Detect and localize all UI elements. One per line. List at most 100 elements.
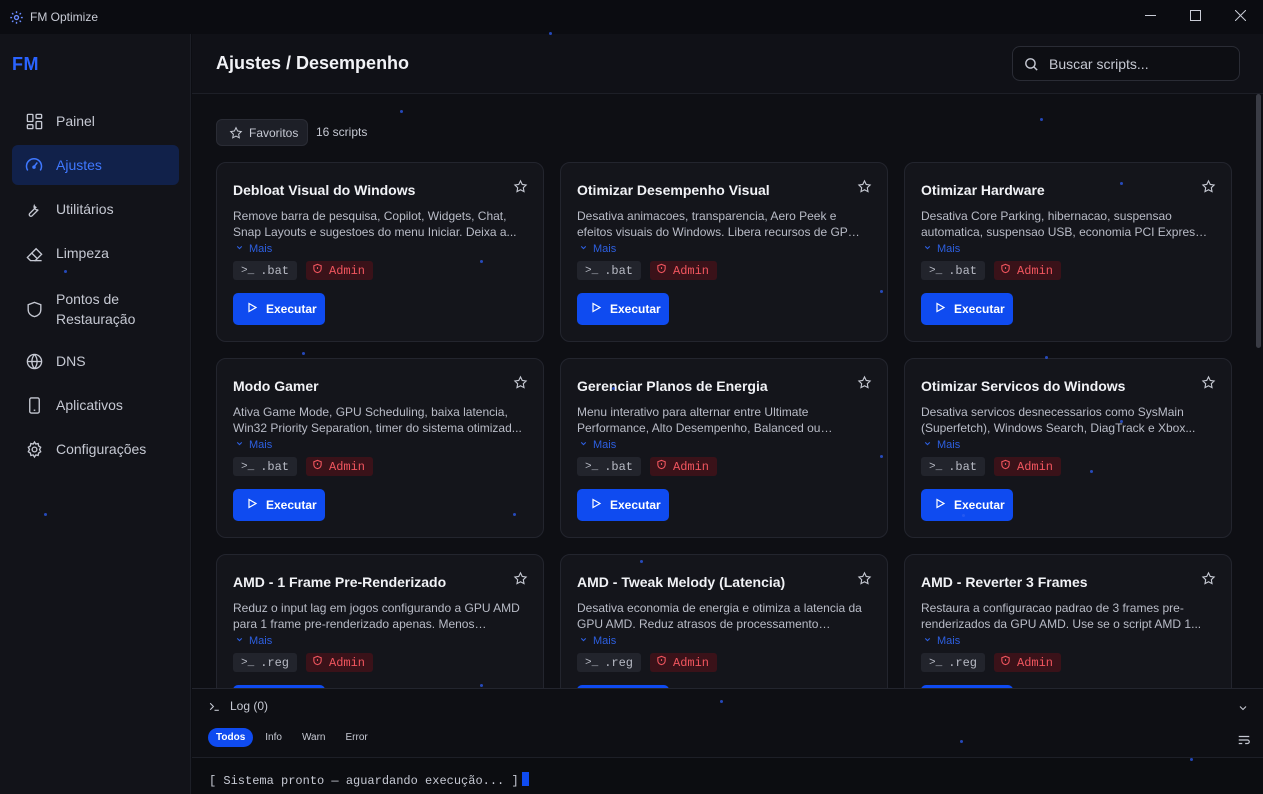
sidebar-item-configuracoes[interactable]: Configurações bbox=[12, 429, 179, 469]
more-toggle[interactable]: Mais bbox=[923, 243, 960, 255]
script-card: Otimizar Desempenho Visual Desativa anima… bbox=[560, 162, 888, 342]
smartphone-icon bbox=[24, 395, 44, 415]
script-description: Reduz o input lag em jogos configurando … bbox=[233, 601, 520, 631]
close-icon bbox=[1234, 8, 1246, 26]
background-particle bbox=[480, 684, 483, 687]
window-title: FM Optimize bbox=[30, 10, 99, 24]
execute-button[interactable]: Executar bbox=[921, 293, 1013, 325]
favorite-star-icon[interactable] bbox=[857, 179, 872, 199]
execute-button[interactable]: Executar bbox=[577, 293, 669, 325]
sidebar-item-pontos-de-restauracao[interactable]: Pontos de Restauração bbox=[12, 285, 179, 333]
script-description: Remove barra de pesquisa, Copilot, Widge… bbox=[233, 209, 517, 239]
script-title: Debloat Visual do Windows bbox=[233, 182, 416, 198]
file-type-badge: >_ .reg bbox=[921, 653, 986, 672]
log-header[interactable]: Log (0) bbox=[208, 699, 268, 713]
script-title: AMD - 1 Frame Pre-Renderizado bbox=[233, 574, 447, 590]
chevron-down-icon bbox=[923, 635, 937, 647]
sidebar-item-ajustes[interactable]: Ajustes bbox=[12, 145, 179, 185]
more-toggle[interactable]: Mais bbox=[579, 243, 616, 255]
favorite-star-icon[interactable] bbox=[857, 571, 872, 591]
log-panel: Log (0) Todos Info Warn Error [ Sistema … bbox=[192, 688, 1263, 794]
more-label: Mais bbox=[249, 439, 273, 451]
script-description: Menu interativo para alternar entre Ulti… bbox=[577, 405, 821, 435]
terminal-prompt-icon: >_ bbox=[585, 460, 599, 473]
favorite-star-icon[interactable] bbox=[857, 375, 872, 395]
chevron-down-icon[interactable] bbox=[1237, 701, 1249, 719]
script-description: Restaura a configuracao padrao de 3 fram… bbox=[921, 601, 1202, 631]
background-particle bbox=[64, 270, 67, 273]
text-wrap-icon[interactable] bbox=[1237, 733, 1251, 752]
log-filter-info[interactable]: Info bbox=[257, 728, 290, 747]
file-type-label: .reg bbox=[260, 655, 290, 670]
log-filter-todos[interactable]: Todos bbox=[208, 728, 254, 747]
admin-label: Admin bbox=[673, 263, 710, 278]
sidebar-item-label: Ajustes bbox=[56, 157, 102, 173]
minimize-icon bbox=[1144, 8, 1156, 26]
background-particle bbox=[1120, 420, 1123, 423]
shield-alert-icon bbox=[1000, 263, 1017, 278]
scrollbar[interactable] bbox=[1254, 94, 1263, 688]
admin-badge: Admin bbox=[994, 261, 1062, 280]
background-particle bbox=[962, 514, 965, 517]
favorite-star-icon[interactable] bbox=[513, 375, 528, 395]
execute-button[interactable]: Executar bbox=[233, 489, 325, 521]
favorites-filter-button[interactable]: Favoritos bbox=[216, 119, 308, 146]
more-label: Mais bbox=[937, 635, 961, 647]
terminal-prompt-icon: >_ bbox=[241, 460, 255, 473]
admin-label: Admin bbox=[673, 655, 710, 670]
script-card: AMD - Reverter 3 Frames Restaura a config… bbox=[904, 554, 1232, 688]
log-console: [ Sistema pronto — aguardando execução..… bbox=[192, 757, 1263, 794]
more-toggle[interactable]: Mais bbox=[235, 243, 272, 255]
sidebar-item-dns[interactable]: DNS bbox=[12, 341, 179, 381]
favorite-star-icon[interactable] bbox=[1201, 571, 1216, 591]
more-toggle[interactable]: Mais bbox=[923, 439, 960, 451]
more-toggle[interactable]: Mais bbox=[235, 635, 272, 647]
close-button[interactable] bbox=[1217, 0, 1263, 34]
script-description: Desativa Core Parking, hibernacao, suspe… bbox=[921, 209, 1202, 239]
file-type-label: .reg bbox=[604, 655, 634, 670]
execute-button[interactable]: Executar bbox=[577, 489, 669, 521]
favorite-star-icon[interactable] bbox=[513, 571, 528, 591]
sidebar-item-utilitarios[interactable]: Utilitários bbox=[12, 189, 179, 229]
console-line: [ Sistema pronto — aguardando execução..… bbox=[209, 772, 529, 788]
file-type-badge: >_ .bat bbox=[577, 457, 642, 476]
execute-button[interactable]: Executar bbox=[921, 489, 1013, 521]
execute-label: Executar bbox=[610, 498, 661, 512]
favorite-star-icon[interactable] bbox=[1201, 179, 1216, 199]
play-icon bbox=[577, 301, 610, 317]
scrollbar-thumb[interactable] bbox=[1256, 94, 1261, 348]
sidebar-item-label: Aplicativos bbox=[56, 397, 123, 413]
gauge-icon bbox=[24, 155, 44, 175]
script-count: 16 scripts bbox=[316, 125, 368, 139]
eraser-icon bbox=[24, 243, 44, 263]
shield-alert-icon bbox=[312, 655, 329, 670]
favorite-star-icon[interactable] bbox=[513, 179, 528, 199]
minimize-button[interactable] bbox=[1127, 0, 1173, 34]
main-content: Ajustes / Desempenho Favoritos 16 script… bbox=[192, 34, 1263, 794]
log-filter-warn[interactable]: Warn bbox=[294, 728, 334, 747]
gear-icon bbox=[24, 439, 44, 459]
script-description: Ativa Game Mode, GPU Scheduling, baixa l… bbox=[233, 405, 522, 435]
more-toggle[interactable]: Mais bbox=[923, 635, 960, 647]
sidebar-item-aplicativos[interactable]: Aplicativos bbox=[12, 385, 179, 425]
more-toggle[interactable]: Mais bbox=[579, 635, 616, 647]
globe-icon bbox=[24, 351, 44, 371]
maximize-button[interactable] bbox=[1172, 0, 1218, 34]
execute-button[interactable]: Executar bbox=[233, 293, 325, 325]
chevron-down-icon bbox=[235, 243, 249, 255]
favorite-star-icon[interactable] bbox=[1201, 375, 1216, 395]
file-type-label: .bat bbox=[604, 263, 634, 278]
search-input[interactable] bbox=[1049, 55, 1229, 73]
chevron-down-icon bbox=[235, 439, 249, 451]
more-toggle[interactable]: Mais bbox=[579, 439, 616, 451]
log-filters: Todos Info Warn Error bbox=[208, 728, 380, 747]
search-box[interactable] bbox=[1012, 46, 1240, 81]
log-filter-error[interactable]: Error bbox=[337, 728, 375, 747]
more-label: Mais bbox=[937, 439, 961, 451]
more-label: Mais bbox=[937, 243, 961, 255]
admin-badge: Admin bbox=[306, 457, 374, 476]
script-card: AMD - Tweak Melody (Latencia) Desativa ec… bbox=[560, 554, 888, 688]
more-toggle[interactable]: Mais bbox=[235, 439, 272, 451]
sidebar-item-limpeza[interactable]: Limpeza bbox=[12, 233, 179, 273]
sidebar-item-painel[interactable]: Painel bbox=[12, 101, 179, 141]
